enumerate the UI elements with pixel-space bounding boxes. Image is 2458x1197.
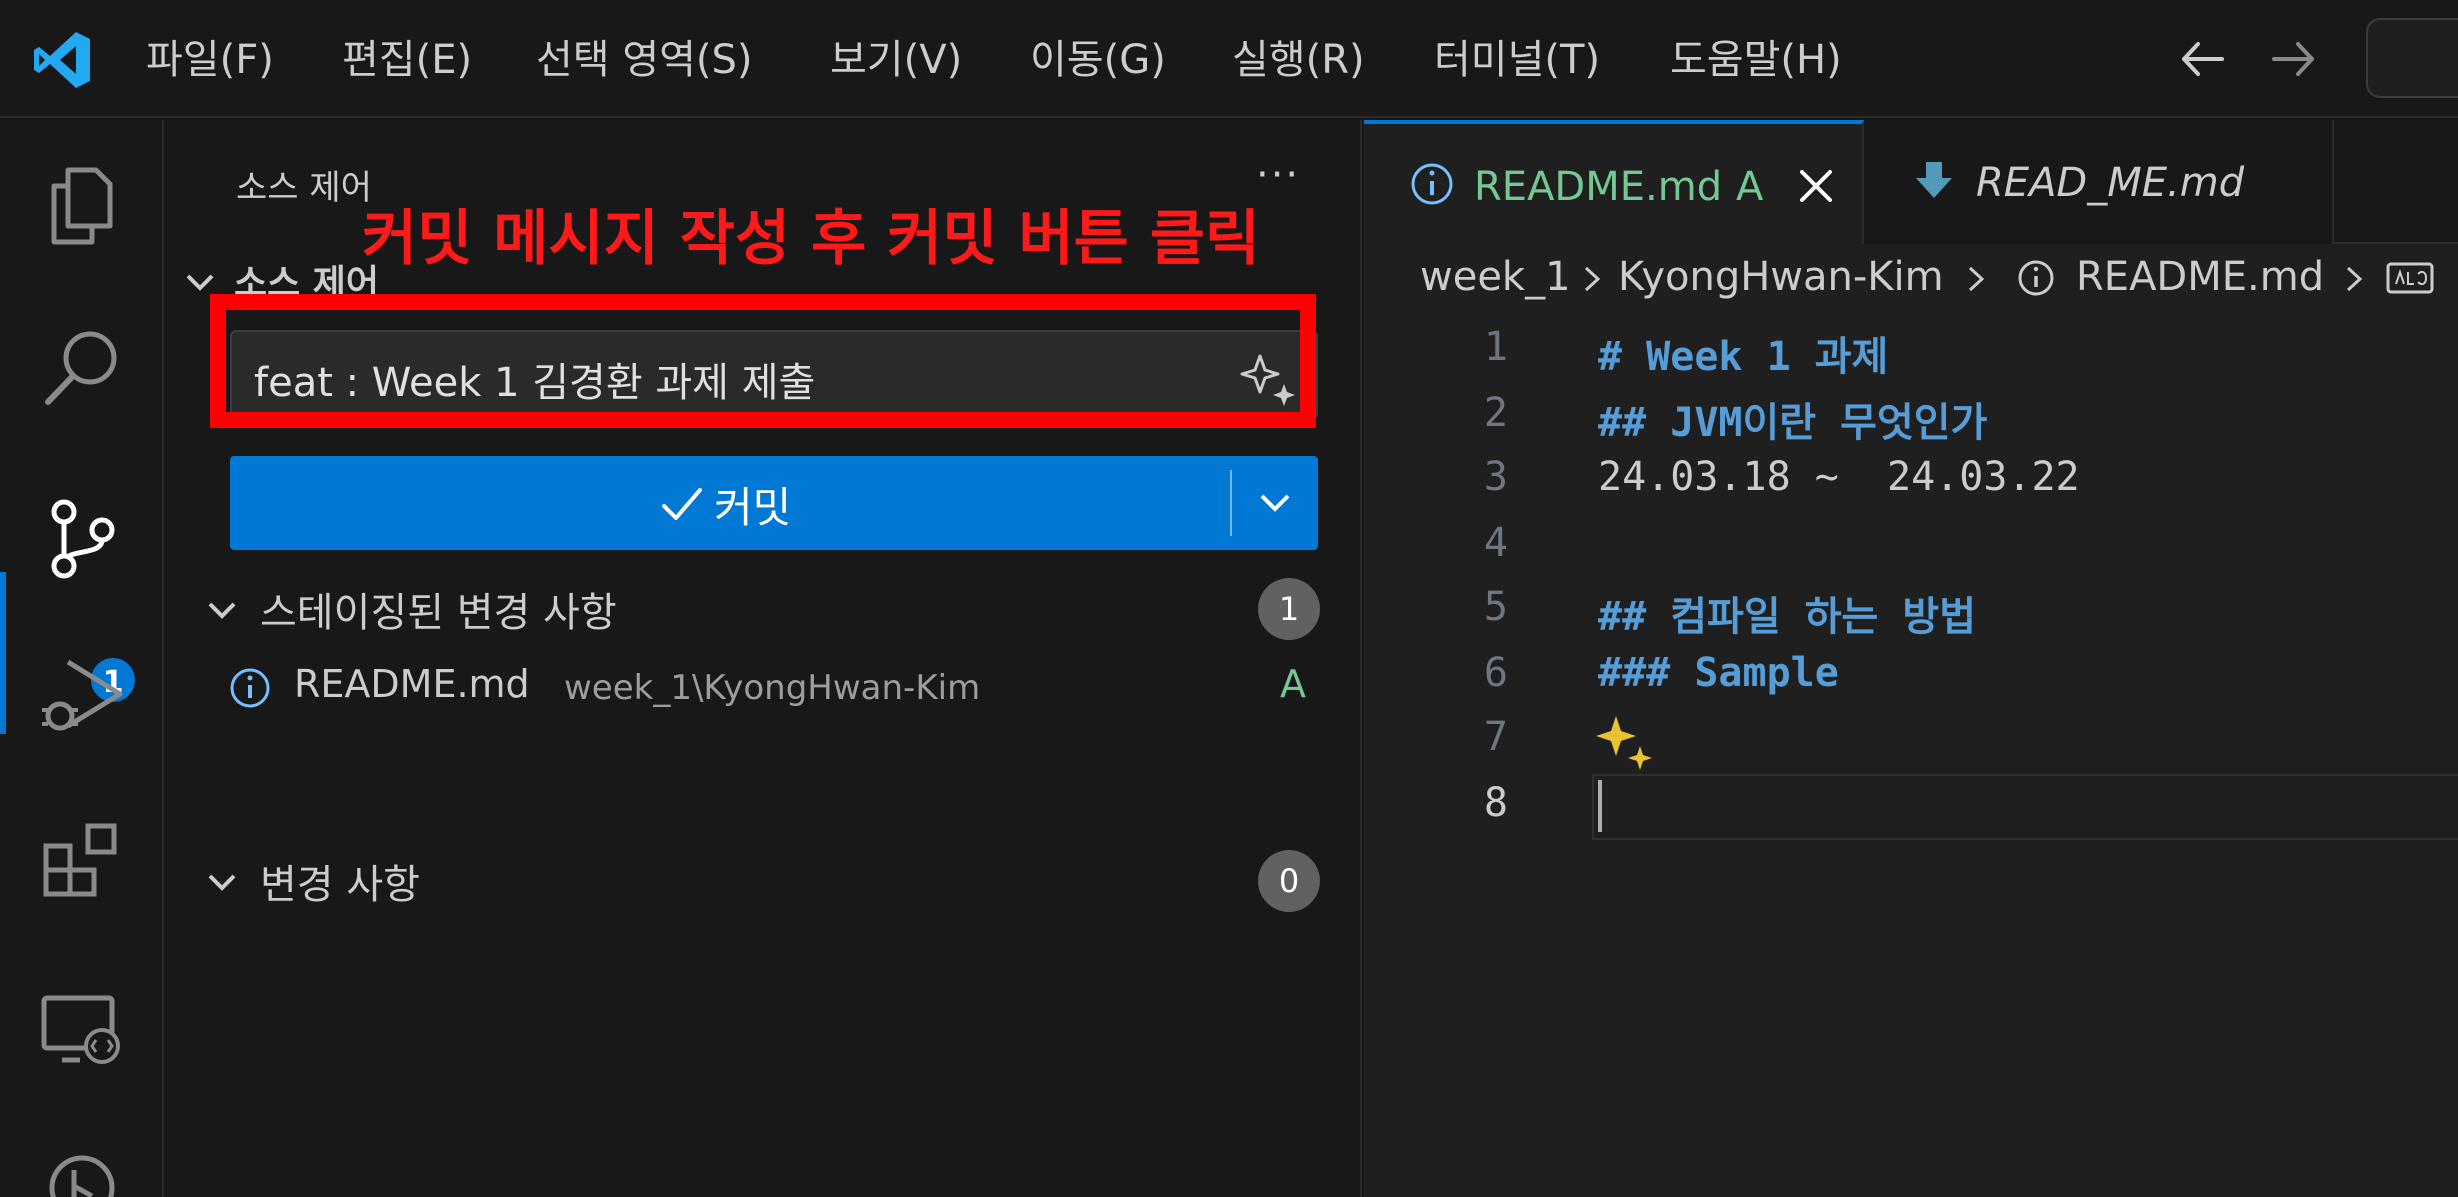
commit-options-button[interactable] (1232, 456, 1318, 550)
git-graph-icon[interactable] (34, 1140, 130, 1197)
active-indicator (0, 572, 6, 734)
tab-read-me[interactable]: READ_ME.md (1864, 120, 2334, 244)
menu-run[interactable]: 실행(R) (1232, 30, 1365, 90)
remote-explorer-icon[interactable] (34, 980, 130, 1076)
chevron-down-icon (1260, 494, 1290, 512)
menu-edit[interactable]: 편집(E) (342, 30, 472, 90)
run-debug-icon[interactable] (34, 648, 130, 744)
line-number: 7 (1483, 714, 1508, 760)
code-line[interactable]: ### Sample (1598, 650, 1839, 696)
code-line[interactable]: # Week 1 과제 (1598, 324, 1888, 382)
command-center[interactable] (2366, 18, 2458, 98)
changes-header[interactable]: 변경 사항 (260, 852, 420, 910)
source-control-sidebar: 소스 제어 ··· 소스 제어 커밋 메시지 작성 후 커밋 버튼 클릭 fea… (166, 120, 1362, 1197)
staged-changes-header[interactable]: 스테이징된 변경 사항 (260, 580, 617, 638)
menu-view[interactable]: 보기(V) (830, 30, 962, 90)
info-icon (230, 668, 270, 708)
menu-file[interactable]: 파일(F) (146, 30, 274, 90)
source-control-icon[interactable] (34, 490, 130, 586)
tab-readme-status: A (1736, 164, 1764, 210)
menu-help[interactable]: 도움말(H) (1670, 30, 1842, 90)
commit-button[interactable]: 커밋 (230, 456, 1318, 550)
extensions-icon[interactable] (34, 812, 130, 908)
sparkle-icon[interactable] (1596, 712, 1656, 772)
info-icon (1411, 163, 1453, 205)
commit-button-label: 커밋 (714, 483, 792, 532)
line-number: 5 (1483, 584, 1508, 630)
chevron-right-icon (1584, 266, 1601, 292)
current-line-highlight (1592, 774, 2458, 840)
breadcrumb-week[interactable]: week_1 (1420, 254, 1571, 300)
breadcrumb-folder[interactable]: KyongHwan-Kim (1618, 254, 1944, 300)
editor-area: README.md A READ_ME.md week_1 KyongHwan-… (1364, 120, 2458, 1197)
download-arrow-icon (1916, 162, 1952, 198)
annotation-highlight-box (210, 294, 1316, 428)
tab-bar: README.md A READ_ME.md (1364, 120, 2458, 244)
text-cursor (1598, 780, 1602, 832)
line-number: 1 (1483, 324, 1508, 370)
staged-file-status: A (1280, 662, 1306, 706)
check-icon (662, 488, 702, 520)
chevron-down-icon[interactable] (202, 590, 242, 630)
annotation-instruction: 커밋 메시지 작성 후 커밋 버튼 클릭 (362, 204, 1261, 274)
code-line[interactable]: ## 컴파일 하는 방법 (1598, 584, 1976, 642)
arrow-left-icon[interactable] (2172, 28, 2234, 90)
line-number: 4 (1483, 520, 1508, 566)
info-icon (2018, 260, 2054, 296)
changes-count-badge: 0 (1258, 850, 1320, 912)
line-number: 6 (1483, 650, 1508, 696)
tab-read-me-label: READ_ME.md (1976, 160, 2245, 206)
more-actions-icon[interactable]: ··· (1256, 152, 1300, 198)
staged-file-name[interactable]: README.md (294, 662, 530, 706)
line-number: 2 (1483, 390, 1508, 436)
chevron-right-icon (1968, 266, 1985, 292)
tab-readme[interactable]: README.md A (1364, 120, 1864, 244)
menu-terminal[interactable]: 터미널(T) (1434, 30, 1600, 90)
menu-go[interactable]: 이동(G) (1030, 30, 1166, 90)
vscode-logo-icon[interactable] (30, 28, 94, 92)
line-number: 3 (1483, 454, 1508, 500)
code-line[interactable]: 24.03.18 ~ 24.03.22 (1598, 454, 2080, 500)
activity-bar: 1 (0, 120, 164, 1197)
staged-file-path: week_1\KyongHwan-Kim (564, 668, 981, 708)
symbol-string-icon (2386, 262, 2434, 294)
staged-count-badge: 1 (1258, 578, 1320, 640)
chevron-down-icon[interactable] (202, 862, 242, 902)
arrow-right-icon[interactable] (2262, 28, 2324, 90)
chevron-right-icon (2346, 266, 2363, 292)
sidebar-title: 소스 제어 (236, 168, 372, 208)
explorer-icon[interactable] (34, 156, 130, 252)
title-bar: 파일(F) 편집(E) 선택 영역(S) 보기(V) 이동(G) 실행(R) 터… (0, 0, 2458, 118)
menu-selection[interactable]: 선택 영역(S) (536, 30, 753, 90)
line-number-active: 8 (1483, 780, 1508, 826)
search-icon[interactable] (34, 320, 130, 416)
close-icon[interactable] (1794, 164, 1838, 208)
commit-button-main[interactable]: 커밋 (230, 456, 1232, 550)
tab-readme-label: README.md (1474, 164, 1723, 210)
breadcrumb-file[interactable]: README.md (2076, 254, 2324, 300)
code-line[interactable]: ## JVM이란 무엇인가 (1598, 390, 1987, 448)
